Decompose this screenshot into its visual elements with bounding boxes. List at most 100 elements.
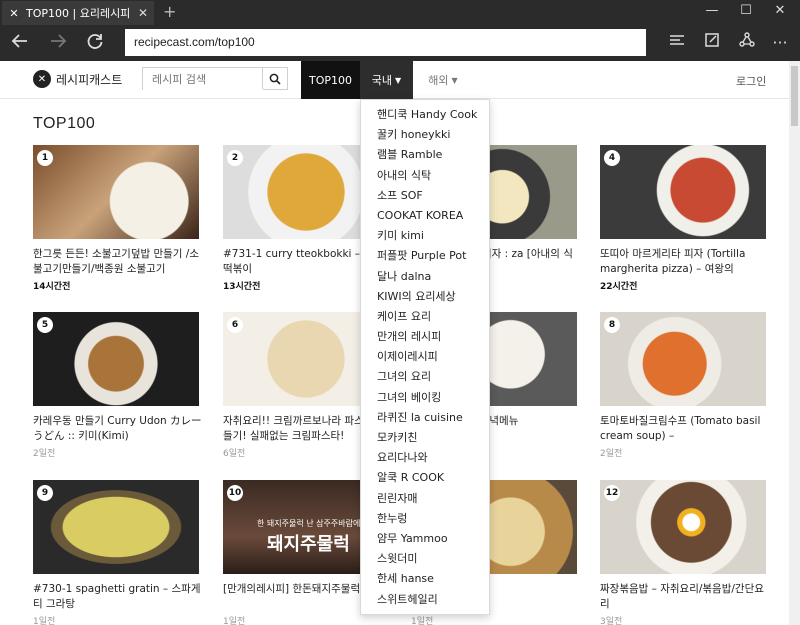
browser-tab[interactable]: ✕ TOP100 | 요리레시피 모 ✕ — [2, 1, 154, 25]
recipe-time: 14시간전 — [33, 282, 71, 292]
rank-badge: 2 — [227, 150, 243, 166]
search-icon[interactable] — [262, 68, 287, 89]
dropdown-item[interactable]: 한세 hanse — [361, 569, 489, 589]
dropdown-item[interactable]: 꿀키 honeykki — [361, 125, 489, 145]
recipe-title[interactable]: 짜장볶음밥 – 자취요리/볶음밥/간단요리 — [600, 582, 772, 612]
recipe-thumbnail[interactable]: 8 — [600, 312, 766, 406]
note-icon[interactable] — [700, 31, 724, 56]
dropdown-item[interactable]: 이제이레시피 — [361, 347, 489, 367]
dropdown-item[interactable]: 그녀의 요리 — [361, 367, 489, 387]
recipe-card[interactable]: 5 카레우동 만들기 Curry Udon カレーうどん :: 키미(Kimi)… — [33, 312, 202, 459]
dropdown-item[interactable]: 아내의 식탁 — [361, 166, 489, 186]
more-icon[interactable]: ··· — [768, 31, 792, 55]
refresh-icon[interactable] — [83, 31, 107, 56]
search-input[interactable] — [143, 69, 263, 90]
dropdown-item[interactable]: 키미 kimi — [361, 226, 489, 246]
rank-badge: 5 — [37, 317, 53, 333]
close-window-icon[interactable]: ✕ — [765, 3, 795, 18]
recipe-card[interactable]: 9 #730-1 spaghetti gratin – 스파게티 그라탕 1일전 — [33, 480, 201, 625]
logo-text: 레시피캐스트 — [56, 72, 123, 87]
caret-down-icon: ▼ — [451, 75, 458, 85]
rank-badge: 9 — [37, 485, 53, 501]
rank-badge: 6 — [227, 317, 243, 333]
recipe-thumbnail[interactable]: 5 — [33, 312, 199, 406]
dropdown-item[interactable]: 라퀴진 la cuisine — [361, 408, 489, 428]
address-bar[interactable]: recipecast.com/top100 — [125, 29, 646, 56]
recipe-card[interactable]: 8 토마토바질크림수프 (Tomato basil cream soup) – … — [600, 312, 768, 459]
dropdown-item[interactable]: 램블 Ramble — [361, 145, 489, 165]
caret-down-icon: ▼ — [395, 75, 402, 85]
recipe-time: 2일전 — [33, 449, 56, 459]
recipe-time: 1일전 — [411, 617, 434, 625]
recipe-time: 2일전 — [600, 449, 623, 459]
recipe-time: 3일전 — [600, 617, 623, 625]
dropdown-item[interactable]: 모카키친 — [361, 428, 489, 448]
dropdown-item[interactable]: 소프 SOF — [361, 186, 489, 206]
menu-overseas-label: 해외 — [428, 74, 449, 87]
dropdown-item[interactable]: 그녀의 베이킹 — [361, 388, 489, 408]
recipe-time: 1일전 — [33, 617, 56, 625]
share-icon[interactable] — [735, 31, 759, 56]
recipe-card[interactable]: 4 또띠아 마르게리타 피자 (Tortilla margherita pizz… — [600, 145, 768, 292]
vertical-scrollbar[interactable] — [789, 61, 800, 625]
dropdown-item[interactable]: 만개의 레시피 — [361, 327, 489, 347]
back-icon[interactable] — [8, 31, 32, 56]
rank-badge: 10 — [227, 485, 243, 501]
search-box — [142, 67, 288, 90]
new-tab-button[interactable]: + — [163, 2, 176, 21]
menu-domestic-label: 국내 — [371, 74, 393, 87]
recipe-time: 1일전 — [223, 617, 246, 625]
domestic-dropdown-menu: 핸디쿡 Handy Cook 꿀키 honeykki 램블 Ramble 아내의… — [360, 99, 490, 615]
dropdown-item[interactable]: 핸디쿡 Handy Cook — [361, 105, 489, 125]
recipe-time: 22시간전 — [600, 282, 638, 292]
rank-badge: 12 — [604, 485, 620, 501]
recipe-title[interactable]: 토마토바질크림수프 (Tomato basil cream soup) – — [600, 414, 772, 444]
menu-top100[interactable]: TOP100 — [301, 61, 360, 99]
web-page: ✕ 레시피캐스트 TOP100 국내 ▼ 해외 ▼ 로그인 TOP100 1 한… — [0, 61, 789, 625]
dropdown-item[interactable]: 스윗더미 — [361, 549, 489, 569]
dropdown-item[interactable]: 달나 dalna — [361, 267, 489, 287]
dropdown-item[interactable]: 스위트헤일리 — [361, 590, 489, 610]
login-link[interactable]: 로그인 — [736, 73, 766, 89]
browser-tabbar: ✕ TOP100 | 요리레시피 모 ✕ + — ☐ ✕ — [0, 0, 800, 25]
site-header: ✕ 레시피캐스트 TOP100 국내 ▼ 해외 ▼ 로그인 — [0, 61, 789, 99]
dropdown-item[interactable]: 퍼플팟 Purple Pot — [361, 246, 489, 266]
utensils-icon: ✕ — [33, 70, 51, 88]
tab-close-icon[interactable]: ✕ — [136, 6, 150, 20]
rank-badge: 1 — [37, 150, 53, 166]
dropdown-item[interactable]: 얌무 Yammoo — [361, 529, 489, 549]
site-logo[interactable]: ✕ 레시피캐스트 — [33, 70, 122, 88]
recipe-thumbnail[interactable]: 4 — [600, 145, 766, 239]
browser-navbar: recipecast.com/top100 ··· — [0, 25, 800, 61]
dropdown-item[interactable]: COOKAT KOREA — [361, 206, 489, 226]
dropdown-item[interactable]: 린린자매 — [361, 489, 489, 509]
menu-domestic[interactable]: 국내 ▼ — [360, 61, 413, 99]
site-favicon-icon: ✕ — [9, 6, 19, 20]
rank-badge: 8 — [604, 317, 620, 333]
recipe-title[interactable]: 한그릇 든든! 소불고기덮밥 만들기 /소불고기만들기/백종원 소불고기 — [33, 247, 205, 277]
dropdown-item[interactable]: 케이프 요리 — [361, 307, 489, 327]
page-title: TOP100 — [33, 115, 96, 132]
tab-title: TOP100 | 요리레시피 모 — [26, 7, 130, 20]
dropdown-item[interactable]: 한누렁 — [361, 509, 489, 529]
recipe-thumbnail[interactable]: 12 — [600, 480, 766, 574]
recipe-title[interactable]: 카레우동 만들기 Curry Udon カレーうどん :: 키미(Kimi) — [33, 414, 205, 444]
recipe-thumbnail[interactable]: 1 — [33, 145, 199, 239]
menu-overseas[interactable]: 해외 ▼ — [418, 61, 468, 99]
dropdown-item[interactable]: 요리다나와 — [361, 448, 489, 468]
forward-icon[interactable] — [46, 31, 70, 56]
scrollbar-thumb[interactable] — [791, 66, 798, 126]
maximize-icon[interactable]: ☐ — [731, 3, 761, 18]
minimize-icon[interactable]: — — [697, 3, 727, 18]
recipe-card[interactable]: 12 짜장볶음밥 – 자취요리/볶음밥/간단요리 3일전 — [600, 480, 768, 625]
recipe-title[interactable]: #730-1 spaghetti gratin – 스파게티 그라탕 — [33, 582, 205, 612]
thumbnail-caption-large: 돼지주물럭 — [267, 534, 350, 555]
rank-badge: 4 — [604, 150, 620, 166]
recipe-title[interactable]: 또띠아 마르게리타 피자 (Tortilla margherita pizza)… — [600, 247, 772, 277]
thumbnail-caption: 한 돼지주물럭 난 삼주주바람에 — [257, 519, 361, 528]
dropdown-item[interactable]: 알쿡 R COOK — [361, 468, 489, 488]
dropdown-item[interactable]: KIWI의 요리세상 — [361, 287, 489, 307]
hub-icon[interactable] — [665, 31, 689, 56]
recipe-thumbnail[interactable]: 9 — [33, 480, 199, 574]
recipe-card[interactable]: 1 한그릇 든든! 소불고기덮밥 만들기 /소불고기만들기/백종원 소불고기 1… — [33, 145, 201, 292]
